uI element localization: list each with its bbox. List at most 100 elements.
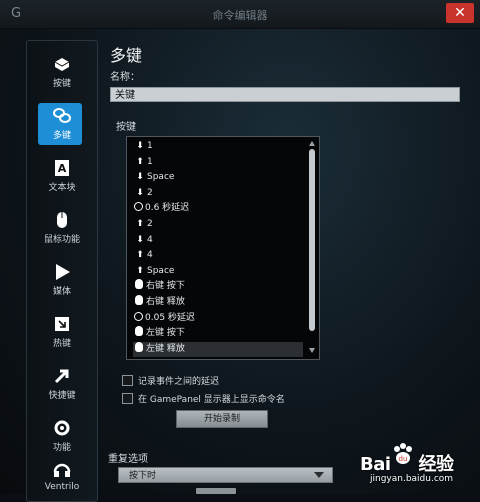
key-step-row[interactable]: ⬆ Space xyxy=(133,264,303,280)
key-down-arrow-icon: ⬇ xyxy=(136,172,144,183)
baidu-paw-icon: du xyxy=(394,443,412,464)
record-delays-label: 记录事件之间的延迟 xyxy=(138,377,220,387)
clock-icon xyxy=(134,311,143,321)
mouse-button-icon xyxy=(135,279,143,290)
sidebar-item-label: 媒体 xyxy=(52,287,71,297)
sidebar-item-label: 热键 xyxy=(52,339,71,349)
key-step-row[interactable]: ⬆ 2 xyxy=(133,217,303,233)
gamepanel-option[interactable]: 在 GamePanel 显示器上显示命令名 xyxy=(122,392,285,405)
key-step-row[interactable]: ⬇ 4 xyxy=(133,233,303,249)
sidebar-item-multikey[interactable]: 多键 xyxy=(27,101,97,147)
key-rows: ⬇ 1 ⬆ 1 ⬇ Space ⬇ 2 0.6 秒延迟 ⬆ 2 ⬇ 4 ⬆ 4 ⬆ Space 右键 按下 右键 释… xyxy=(133,139,303,358)
svg-text:A: A xyxy=(58,162,67,175)
svg-text:du: du xyxy=(399,455,408,463)
sidebar-item-media[interactable]: 媒体 xyxy=(27,257,97,303)
repeat-mode-value: 按下时 xyxy=(129,471,157,481)
chevron-down-icon xyxy=(314,472,324,478)
close-button[interactable]: ✕ xyxy=(446,3,474,23)
key-step-row[interactable]: ⬇ 1 xyxy=(133,139,303,155)
page-title: 多键 xyxy=(110,46,143,65)
scroll-down-icon[interactable] xyxy=(309,348,315,353)
key-step-row[interactable]: 左键 按下 xyxy=(133,326,303,342)
key-up-arrow-icon: ⬆ xyxy=(136,156,144,167)
multi-key-icon xyxy=(51,105,73,127)
key-step-text: Space xyxy=(147,172,175,183)
key-step-text: 2 xyxy=(147,218,153,229)
editor-panel: 多键 名称： 关键 按键 ⬇ 1 ⬆ 1 ⬇ Space ⬇ 2 0.6 秒延迟 ⬆ 2 ⬇ 4 ⬆ 4 ⬆ S… xyxy=(106,40,466,494)
mouse-button-icon xyxy=(135,294,143,305)
key-up-arrow-icon: ⬆ xyxy=(136,218,144,229)
gamepanel-checkbox[interactable] xyxy=(122,393,133,404)
key-step-row[interactable]: ⬆ 1 xyxy=(133,155,303,171)
key-step-text: 0.05 秒延迟 xyxy=(145,312,195,323)
command-editor-window: G 命令编辑器 ✕ 按键 多键 A 文本块 鼠标功能 媒体 热键 快捷键 功能 … xyxy=(0,0,480,502)
headset-icon xyxy=(51,459,73,481)
key-step-row[interactable]: ⬇ Space xyxy=(133,170,303,186)
shortcut-arrow-icon xyxy=(51,365,73,387)
sidebar-item-label: 鼠标功能 xyxy=(43,235,80,245)
key-step-row[interactable]: 左键 释放 xyxy=(133,341,303,358)
key-step-row[interactable]: 右键 释放 xyxy=(133,294,303,311)
mouse-icon xyxy=(51,209,73,231)
repeat-mode-select[interactable]: 按下时 xyxy=(118,467,333,483)
keys-label: 按键 xyxy=(116,122,136,133)
command-type-sidebar: 按键 多键 A 文本块 鼠标功能 媒体 热键 快捷键 功能 Ventrilo xyxy=(26,40,98,502)
key-step-row[interactable]: ⬇ 2 xyxy=(133,186,303,202)
key-down-arrow-icon: ⬇ xyxy=(136,141,144,151)
key-down-arrow-icon: ⬇ xyxy=(136,234,144,245)
key-step-text: 4 xyxy=(147,234,153,245)
text-block-icon: A xyxy=(51,157,73,179)
key-step-text: 4 xyxy=(147,250,153,261)
key-step-text: 2 xyxy=(147,187,153,198)
sidebar-item-ventrilo[interactable]: Ventrilo xyxy=(27,455,97,501)
name-input[interactable]: 关键 xyxy=(110,87,460,102)
title-bar: G 命令编辑器 ✕ xyxy=(0,0,480,29)
sidebar-item-mouse-function[interactable]: 鼠标功能 xyxy=(27,205,97,251)
key-up-arrow-icon: ⬆ xyxy=(136,265,144,276)
gear-icon xyxy=(51,417,73,439)
key-step-text: 0.6 秒延迟 xyxy=(145,203,190,214)
record-delays-checkbox[interactable] xyxy=(122,375,133,386)
key-step-row[interactable]: ⬆ 4 xyxy=(133,248,303,264)
start-recording-button[interactable]: 开始录制 xyxy=(176,410,268,428)
key-step-text: 左键 释放 xyxy=(146,343,185,354)
play-icon xyxy=(51,261,73,283)
key-step-text: 左键 按下 xyxy=(146,328,185,339)
list-scrollbar[interactable] xyxy=(308,139,317,355)
scroll-up-icon[interactable] xyxy=(309,141,315,146)
keyboard-key-icon xyxy=(51,53,73,75)
sidebar-item-label: 按键 xyxy=(52,79,71,89)
sidebar-item-shortcut[interactable]: 快捷键 xyxy=(27,361,97,407)
watermark-url: jingyan.baidu.com xyxy=(370,474,454,484)
clock-icon xyxy=(134,202,143,212)
key-step-row[interactable]: 右键 按下 xyxy=(133,279,303,295)
partial-control[interactable] xyxy=(196,488,236,494)
sidebar-item-hotkey[interactable]: 热键 xyxy=(27,309,97,355)
sidebar-item-function[interactable]: 功能 xyxy=(27,413,97,459)
key-step-row[interactable]: 0.05 秒延迟 xyxy=(133,311,303,327)
sidebar-item-label: Ventrilo xyxy=(44,482,80,492)
sidebar-item-label: 快捷键 xyxy=(48,391,76,401)
sidebar-item-label: 文本块 xyxy=(48,183,76,193)
window-title: 命令编辑器 xyxy=(212,9,268,22)
record-delays-option[interactable]: 记录事件之间的延迟 xyxy=(122,374,219,387)
key-up-arrow-icon: ⬆ xyxy=(136,250,144,261)
baidu-watermark: Bai 经验 du jingyan.baidu.com xyxy=(360,440,476,492)
gamepanel-label: 在 GamePanel 显示器上显示命令名 xyxy=(138,395,285,405)
key-sequence-list[interactable]: ⬇ 1 ⬆ 1 ⬇ Space ⬇ 2 0.6 秒延迟 ⬆ 2 ⬇ 4 ⬆ 4 ⬆ Space 右键 按下 右键 释… xyxy=(126,136,320,360)
key-step-text: Space xyxy=(147,265,175,276)
repeat-options-label: 重复选项 xyxy=(108,454,148,465)
key-step-text: 1 xyxy=(147,141,153,151)
key-step-text: 1 xyxy=(147,156,153,167)
scroll-thumb[interactable] xyxy=(309,149,315,331)
sidebar-item-keystroke[interactable]: 按键 xyxy=(27,49,97,95)
name-label: 名称： xyxy=(110,72,140,83)
sidebar-item-text-block[interactable]: A 文本块 xyxy=(27,153,97,199)
key-step-text: 右键 释放 xyxy=(146,296,185,307)
sidebar-item-label: 功能 xyxy=(52,443,71,453)
key-step-row[interactable]: 0.6 秒延迟 xyxy=(133,201,303,217)
mouse-button-icon xyxy=(135,341,143,352)
key-step-text: 右键 按下 xyxy=(146,281,185,292)
sidebar-item-label: 多键 xyxy=(52,131,71,141)
hotkey-icon xyxy=(51,313,73,335)
